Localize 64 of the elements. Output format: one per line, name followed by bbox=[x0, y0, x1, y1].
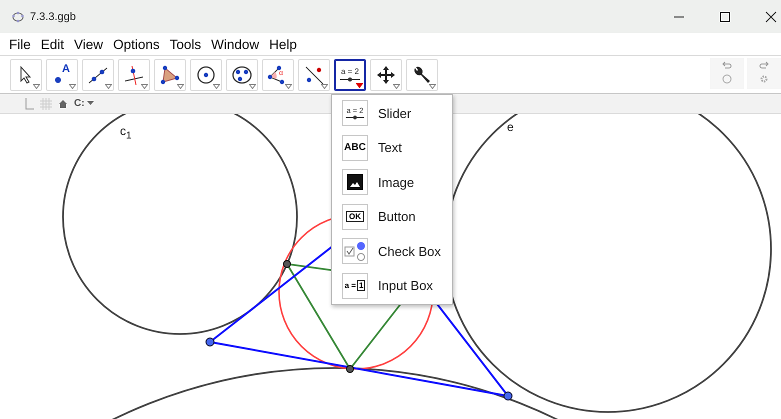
tool-button[interactable] bbox=[82, 58, 114, 90]
menu-item[interactable]: View bbox=[73, 36, 104, 52]
tool-menu-item[interactable]: ABC Text bbox=[332, 134, 452, 162]
triangle-down-icon[interactable] bbox=[213, 84, 220, 88]
tool-button[interactable] bbox=[406, 58, 438, 90]
image-icon bbox=[342, 169, 368, 196]
triangle-down-icon[interactable] bbox=[33, 84, 40, 88]
home-icon[interactable] bbox=[58, 98, 68, 108]
triangle-down-icon[interactable] bbox=[249, 84, 256, 88]
point-marker bbox=[346, 365, 354, 373]
tool-button[interactable] bbox=[118, 58, 150, 90]
circle-icon bbox=[195, 64, 217, 86]
ellipse-icon bbox=[231, 64, 253, 86]
triangle-down-icon[interactable] bbox=[321, 84, 328, 88]
button-icon: OK bbox=[342, 204, 368, 230]
triangle-down-icon[interactable] bbox=[177, 84, 184, 88]
object-label: c$_{1}$ bbox=[120, 124, 132, 142]
maximize-icon[interactable] bbox=[719, 10, 731, 22]
caret-icon bbox=[86, 101, 94, 106]
app-logo-icon bbox=[12, 10, 24, 22]
text-icon: ABC bbox=[342, 134, 368, 161]
menu-item[interactable]: Options bbox=[112, 36, 161, 52]
triangle-down-icon[interactable] bbox=[356, 82, 363, 88]
undo-icon[interactable] bbox=[722, 61, 732, 69]
tool-button[interactable] bbox=[190, 58, 222, 90]
triangle-down-icon[interactable] bbox=[69, 84, 76, 88]
tool-button[interactable] bbox=[298, 58, 330, 90]
checkbox-icon bbox=[342, 238, 368, 264]
triangle-down-icon[interactable] bbox=[141, 84, 148, 88]
input-box-icon: a = 1 bbox=[342, 272, 368, 299]
menu-item[interactable]: Edit bbox=[40, 36, 66, 52]
menu-item[interactable]: Tools bbox=[168, 36, 202, 52]
object-label: e bbox=[507, 120, 514, 134]
point-marker bbox=[504, 392, 512, 400]
triangle-down-icon[interactable] bbox=[105, 84, 112, 88]
tool-menu-item[interactable]: OK Button bbox=[332, 202, 452, 231]
point-marker bbox=[206, 338, 214, 346]
tool-button[interactable]: A bbox=[46, 58, 78, 90]
help-icon[interactable] bbox=[722, 74, 732, 84]
menu-item[interactable]: File bbox=[8, 36, 32, 52]
tool-button[interactable] bbox=[226, 58, 258, 90]
triangle-icon bbox=[159, 64, 181, 86]
tool-button[interactable] bbox=[370, 58, 402, 90]
redo-icon[interactable] bbox=[759, 61, 769, 69]
triangle-down-icon[interactable] bbox=[285, 84, 292, 88]
tool-button[interactable] bbox=[154, 58, 186, 90]
tool-button[interactable] bbox=[10, 58, 42, 90]
menu-item[interactable]: Window bbox=[210, 36, 260, 52]
tool-button[interactable]: a = 2 bbox=[334, 58, 366, 90]
close-icon[interactable] bbox=[765, 10, 777, 22]
settings-icon[interactable] bbox=[759, 74, 769, 84]
tool-menu-item[interactable]: Check Box bbox=[332, 237, 452, 266]
four-arrows-icon bbox=[375, 64, 397, 86]
triangle-down-icon[interactable] bbox=[393, 84, 400, 88]
menu-item[interactable]: Help bbox=[268, 36, 298, 52]
point-marker bbox=[283, 260, 291, 268]
window-title: 7.3.3.ggb bbox=[30, 10, 76, 22]
reflect-point-icon bbox=[303, 64, 325, 86]
point-capturing-dropdown[interactable]: C: bbox=[74, 98, 94, 109]
tool-menu-item[interactable]: Image bbox=[332, 168, 452, 196]
tool-menu-item[interactable]: a = 1 Input Box bbox=[332, 272, 452, 300]
perpendicular-line-icon bbox=[123, 64, 145, 86]
axes-icon[interactable] bbox=[24, 98, 34, 110]
triangle-down-icon[interactable] bbox=[429, 84, 436, 88]
